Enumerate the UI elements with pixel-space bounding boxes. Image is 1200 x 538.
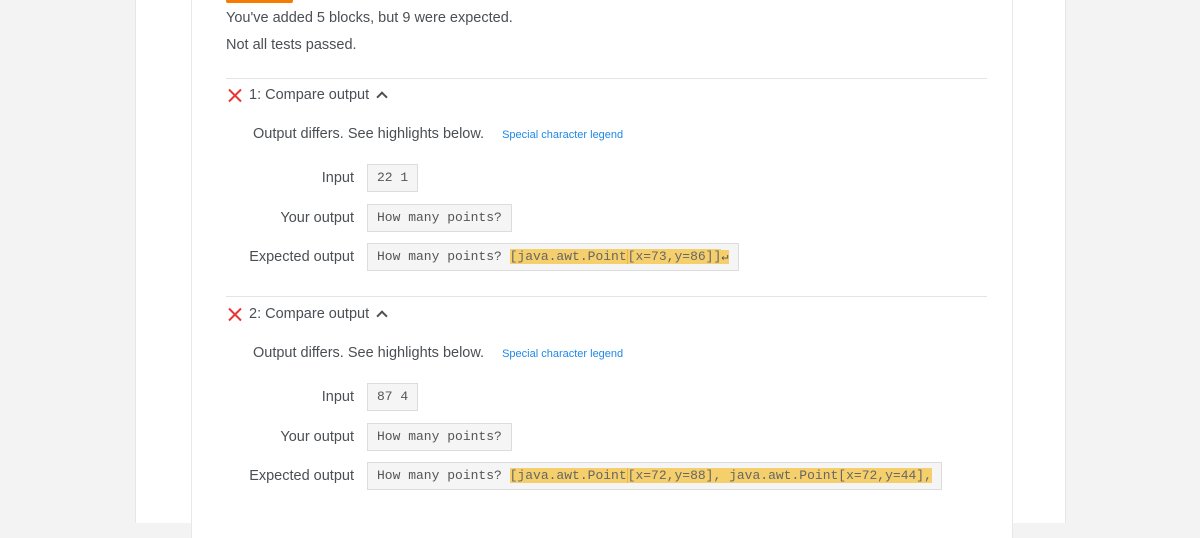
chevron-up-icon[interactable] [376,310,388,322]
expected-plain: How many points? [377,249,510,264]
x-icon [228,88,242,102]
expected-output-value: How many points? [java.awt.Point[x=73,y=… [367,243,739,271]
test-1-expected-row: Expected output How many points? [java.a… [192,243,1012,271]
expected-output-label: Expected output [249,468,354,484]
chevron-up-icon[interactable] [376,91,388,103]
input-label: Input [321,389,354,405]
your-output-label: Your output [280,210,354,226]
test-1-title: 1: Compare output [249,87,370,103]
input-value: 22 1 [367,164,419,192]
newline-icon: ↵ [721,250,729,264]
divider [226,78,987,79]
x-icon [228,307,242,321]
input-value: 87 4 [367,383,419,411]
expected-plain: How many points? [377,468,510,483]
test-1-input-row: Input 22 1 [192,164,1012,192]
diff-highlight: [x=73,y=86]] [626,249,722,264]
special-character-legend-link[interactable]: Special character legend [502,348,623,360]
your-output-label: Your output [280,429,354,445]
your-output-value: How many points? [367,423,512,451]
input-label: Input [321,170,354,186]
expected-output-value: How many points? [java.awt.Point[x=72,y=… [367,462,942,490]
test-2-header[interactable]: 2: Compare output [228,306,388,322]
tests-message: Not all tests passed. [226,37,357,53]
diff-highlight: [x=72,y=88], java.awt.Point[x=72,y=44], [626,468,932,483]
your-output-value: How many points? [367,204,512,232]
check-button-edge[interactable] [226,0,293,3]
special-character-legend-link[interactable]: Special character legend [502,129,623,141]
results-box: You've added 5 blocks, but 9 were expect… [191,0,1013,538]
expected-output-label: Expected output [249,249,354,265]
test-1-differs: Output differs. See highlights below. Sp… [253,126,623,142]
test-2-your-output-row: Your output How many points? [192,423,1012,451]
divider [226,296,987,297]
content-panel: You've added 5 blocks, but 9 were expect… [135,0,1066,538]
diff-highlight: [java.awt.Point [509,468,627,483]
test-1-header[interactable]: 1: Compare output [228,87,388,103]
test-2-title: 2: Compare output [249,306,370,322]
test-2-expected-row: Expected output How many points? [java.a… [192,462,1012,490]
blocks-message: You've added 5 blocks, but 9 were expect… [226,10,513,26]
test-2-differs: Output differs. See highlights below. Sp… [253,345,623,361]
test-1-your-output-row: Your output How many points? [192,204,1012,232]
diff-highlight: [java.awt.Point [509,249,627,264]
test-2-input-row: Input 87 4 [192,383,1012,411]
differs-text: Output differs. See highlights below. [253,126,485,142]
differs-text: Output differs. See highlights below. [253,345,485,361]
